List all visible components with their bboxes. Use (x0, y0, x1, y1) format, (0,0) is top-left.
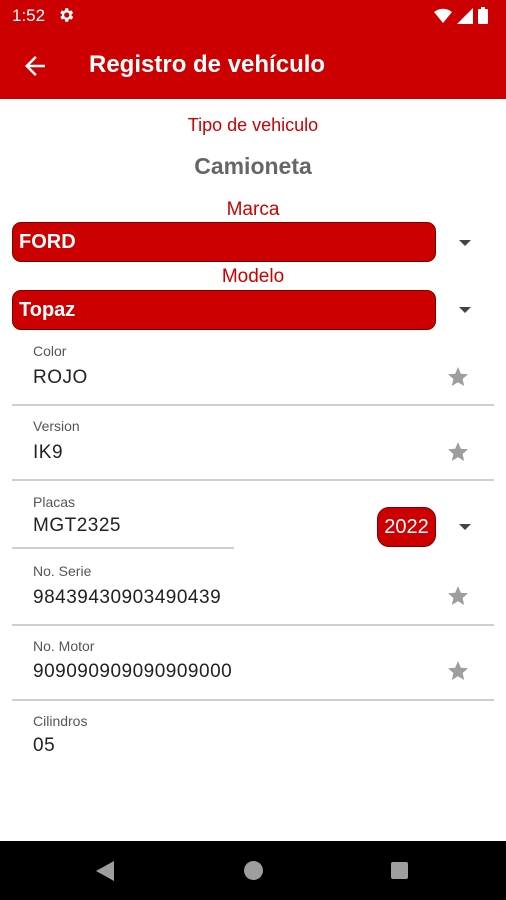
status-time: 1:52 (12, 6, 46, 25)
plates-divider (12, 547, 234, 549)
model-select[interactable]: Topaz (12, 290, 436, 330)
nav-back-icon[interactable] (96, 861, 114, 881)
page-title: Registro de vehículo (89, 51, 326, 78)
star-icon[interactable] (446, 584, 470, 608)
cylinders-field[interactable]: 05 (33, 735, 55, 757)
plates-field[interactable]: MGT2325 (33, 515, 121, 537)
version-label: Version (33, 418, 80, 434)
brand-dropdown-icon[interactable] (459, 240, 471, 246)
color-field[interactable]: ROJO (33, 367, 88, 389)
wifi-icon (434, 8, 452, 23)
gear-icon (60, 8, 74, 22)
model-dropdown-icon[interactable] (459, 307, 471, 313)
vehicle-type-label: Tipo de vehiculo (187, 115, 319, 135)
motor-field[interactable]: 909090909090909000 (33, 661, 232, 683)
color-divider (12, 404, 494, 406)
version-divider (12, 479, 494, 481)
year-dropdown-icon[interactable] (459, 524, 471, 530)
app-bar: Registro de vehículo (0, 32, 506, 99)
nav-recents-icon[interactable] (391, 862, 408, 879)
plates-label: Placas (33, 494, 76, 510)
screen: 1:52 Registro de vehículo Tipo de vehicu… (0, 0, 506, 900)
star-icon[interactable] (446, 659, 470, 683)
arrow-left-icon[interactable] (20, 51, 50, 81)
year-select[interactable]: 2022 (377, 507, 436, 547)
model-label: Modelo (221, 266, 285, 287)
serial-label: No. Serie (33, 563, 92, 579)
nav-home-icon[interactable] (244, 861, 263, 880)
system-nav-bar (0, 841, 506, 900)
vehicle-type-value: Camioneta (194, 153, 312, 179)
cylinders-label: Cilindros (33, 713, 88, 729)
battery-icon (478, 7, 488, 24)
serial-field[interactable]: 98439430903490439 (33, 587, 221, 609)
status-bar: 1:52 (0, 0, 506, 32)
brand-label: Marca (226, 199, 280, 220)
version-field[interactable]: IK9 (33, 442, 63, 464)
serial-divider (12, 624, 494, 626)
color-label: Color (33, 343, 67, 359)
star-icon[interactable] (446, 440, 470, 464)
motor-divider (12, 699, 494, 701)
motor-label: No. Motor (33, 638, 95, 654)
brand-select[interactable]: FORD (12, 222, 436, 262)
star-icon[interactable] (446, 365, 470, 389)
signal-icon (457, 7, 473, 24)
status-icons (434, 7, 488, 24)
